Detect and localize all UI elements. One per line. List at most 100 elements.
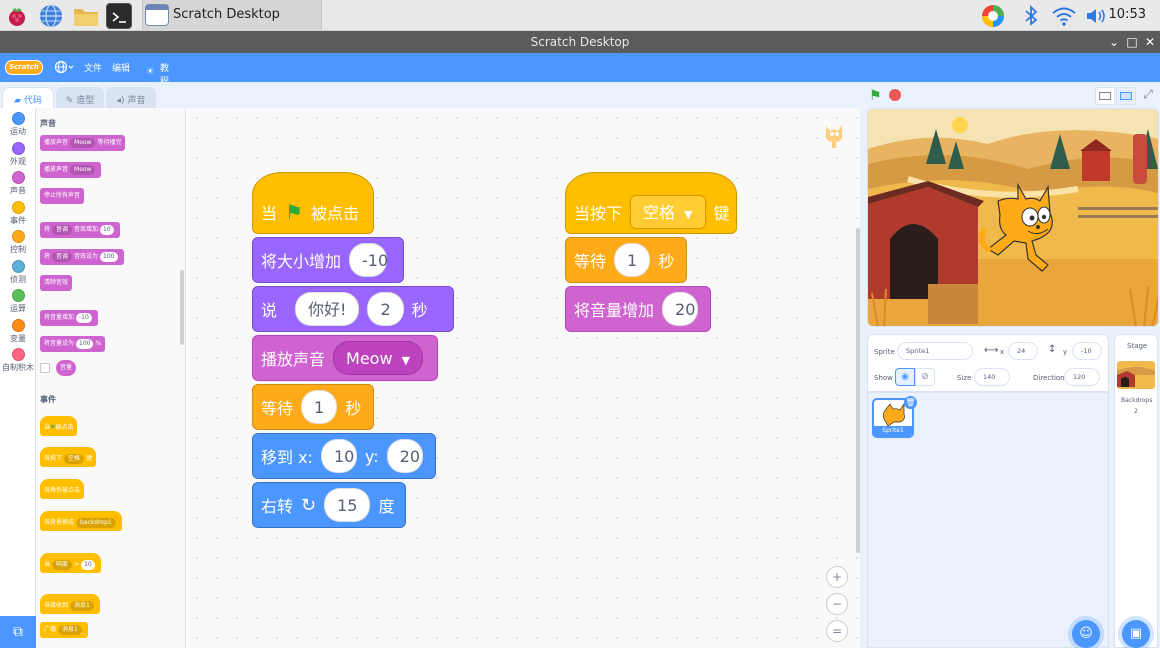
say-text-input[interactable]: 你好! [295,292,360,326]
x-position-input[interactable]: 24 [1008,342,1038,360]
tab-code[interactable]: ▰ 代码 [2,87,54,109]
show-hidden-button[interactable]: ⊘ [915,368,935,386]
block-turn-right[interactable]: 右转 ↻ 15 度 [252,482,406,528]
menu-tutorials[interactable]: ☀ 教程 [146,59,169,87]
small-stage-button[interactable] [1095,87,1115,105]
palette-block-set-volume[interactable]: 将音量设为 100% [40,336,106,352]
palette-scrollbar[interactable] [180,270,184,345]
direction-input[interactable]: 120 [1064,368,1100,386]
window-minimize-icon[interactable]: ⌄ [1106,34,1122,50]
palette-block-when-sprite-clicked[interactable]: 当角色被点击 [40,479,85,499]
x-label: x [1000,348,1005,356]
size-input[interactable]: 140 [974,368,1010,386]
palette-block-clear-effects[interactable]: 清除音效 [40,275,73,291]
palette-block-play-until-done[interactable]: 播放声音 Meow 等待播完 [40,135,126,151]
choose-backdrop-button[interactable]: ▣ [1122,620,1150,648]
palette-block-change-effect[interactable]: 将音调 音效增加 10 [40,222,120,238]
green-flag-button[interactable]: ⚑ [869,88,882,104]
taskbar-window-button[interactable]: Scratch Desktop [142,0,322,31]
category-8[interactable]: 自制积木 [0,348,36,373]
stage-canvas[interactable] [867,108,1159,327]
sprite-name-input[interactable]: Sprite1 [897,342,973,360]
turn-degrees-input[interactable]: 15 [324,488,371,522]
wait-input[interactable]: 1 [301,390,338,424]
goto-x-input[interactable]: 10 [320,439,357,473]
category-4[interactable]: 控制 [0,230,36,255]
change-size-input[interactable]: -10 [349,243,388,277]
zoom-reset-button[interactable]: = [826,620,848,642]
palette-block-when-backdrop-switches[interactable]: 当背景换成 backdrop1 [40,511,122,531]
say-secs-input[interactable]: 2 [367,292,404,326]
goto-y-input[interactable]: 20 [386,439,423,473]
menu-file[interactable]: 文件 [84,61,102,74]
volume-reporter-checkbox[interactable] [40,363,50,373]
y-position-input[interactable]: -10 [1072,342,1102,360]
window-close-icon[interactable]: ✕ [1142,34,1158,50]
sound-dropdown[interactable]: Meow ▼ [333,341,424,375]
language-menu[interactable] [54,59,76,75]
block-change-volume[interactable]: 将音量增加 20 [565,286,711,332]
rotate-clockwise-icon: ↻ [301,494,317,516]
delete-sprite-icon[interactable]: 🗑 [904,396,917,409]
scratch-logo-text: Scratch [9,63,39,71]
file-manager-folder-icon[interactable] [72,3,98,29]
stop-button[interactable] [889,89,901,101]
zoom-in-button[interactable]: + [826,566,848,588]
raspberry-menu-icon[interactable] [4,3,30,29]
cat-sprite[interactable] [978,179,1064,279]
palette-block-when-key-pressed[interactable]: 当按下 空格键 [40,447,97,467]
scratch-logo[interactable]: Scratch [5,60,43,75]
volume-icon[interactable] [1083,3,1109,29]
bluetooth-icon[interactable] [1018,3,1044,29]
backdrop-thumbnail[interactable] [1117,361,1155,389]
stage-title: Stage [1127,342,1148,350]
category-dot-icon [11,318,25,332]
block-change-size[interactable]: 将大小增加 -10 [252,237,404,283]
block-say-for-secs[interactable]: 说 你好! 2 秒 [252,286,454,332]
window-maximize-icon[interactable]: □ [1124,34,1140,50]
tab-sounds[interactable]: ◂) 声音 [106,87,156,108]
large-stage-button[interactable] [1116,87,1136,105]
fullscreen-icon[interactable]: ⤢ [1139,87,1157,105]
key-dropdown[interactable]: 空格 ▼ [630,195,706,229]
block-play-sound[interactable]: 播放声音 Meow ▼ [252,335,438,381]
block-wait-1[interactable]: 等待 1 秒 [252,384,374,430]
category-dot-icon [11,230,25,243]
palette-heading-events: 事件 [40,395,56,404]
palette-block-when-flag-clicked[interactable]: 当⚑被点击 [40,416,78,436]
palette-block-when-receive[interactable]: 当接收到 消息1 [40,594,100,614]
palette-block-when-greater-than[interactable]: 当响度 >10 [40,553,101,573]
choose-sprite-button[interactable]: ☺ [1072,620,1100,648]
block-go-to-xy[interactable]: 移到 x: 10 y: 20 [252,433,436,479]
palette-block-set-effect[interactable]: 将音调 音效设为 100 [40,249,124,265]
palette-block-change-volume[interactable]: 将音量增加 -10 [40,310,98,326]
palette-block-stop-all-sounds[interactable]: 停止所有声音 [40,188,85,204]
taskbar-window-title: Scratch Desktop [173,7,280,22]
backdrops-label: Backdrops [1121,397,1153,404]
clock[interactable]: 10:53 [1109,7,1146,22]
category-3[interactable]: 事件 [0,200,36,226]
category-6[interactable]: 运算 [0,289,36,314]
tab-costumes[interactable]: ✎ 造型 [56,87,104,108]
block-when-flag-clicked[interactable]: 当 ⚑ 被点击 [252,172,374,234]
wait-input[interactable]: 1 [614,243,651,277]
palette-block-start-sound[interactable]: 播放声音 Meow [40,162,102,178]
category-5[interactable]: 侦测 [0,259,36,285]
category-1[interactable]: 外观 [0,141,36,167]
browser-globe-icon[interactable] [38,3,64,29]
zoom-out-button[interactable]: − [826,593,848,615]
show-visible-button[interactable]: ◉ [895,368,915,386]
block-when-key-pressed[interactable]: 当按下 空格 ▼ 键 [565,172,737,234]
category-0[interactable]: 运动 [0,112,36,137]
category-2[interactable]: 声音 [0,171,36,196]
block-wait-2[interactable]: 等待 1 秒 [565,237,687,283]
palette-block-volume-reporter[interactable]: 音量 [56,360,77,376]
change-volume-input[interactable]: 20 [662,292,699,326]
terminal-icon[interactable] [106,3,132,29]
menu-edit[interactable]: 编辑 [112,61,130,74]
add-extension-button[interactable]: ⧉ [0,616,36,648]
category-7[interactable]: 变量 [0,318,36,344]
wifi-icon[interactable] [1050,3,1076,29]
app-colorful-icon[interactable] [980,3,1006,29]
palette-block-broadcast[interactable]: 广播 消息1 [40,622,88,638]
